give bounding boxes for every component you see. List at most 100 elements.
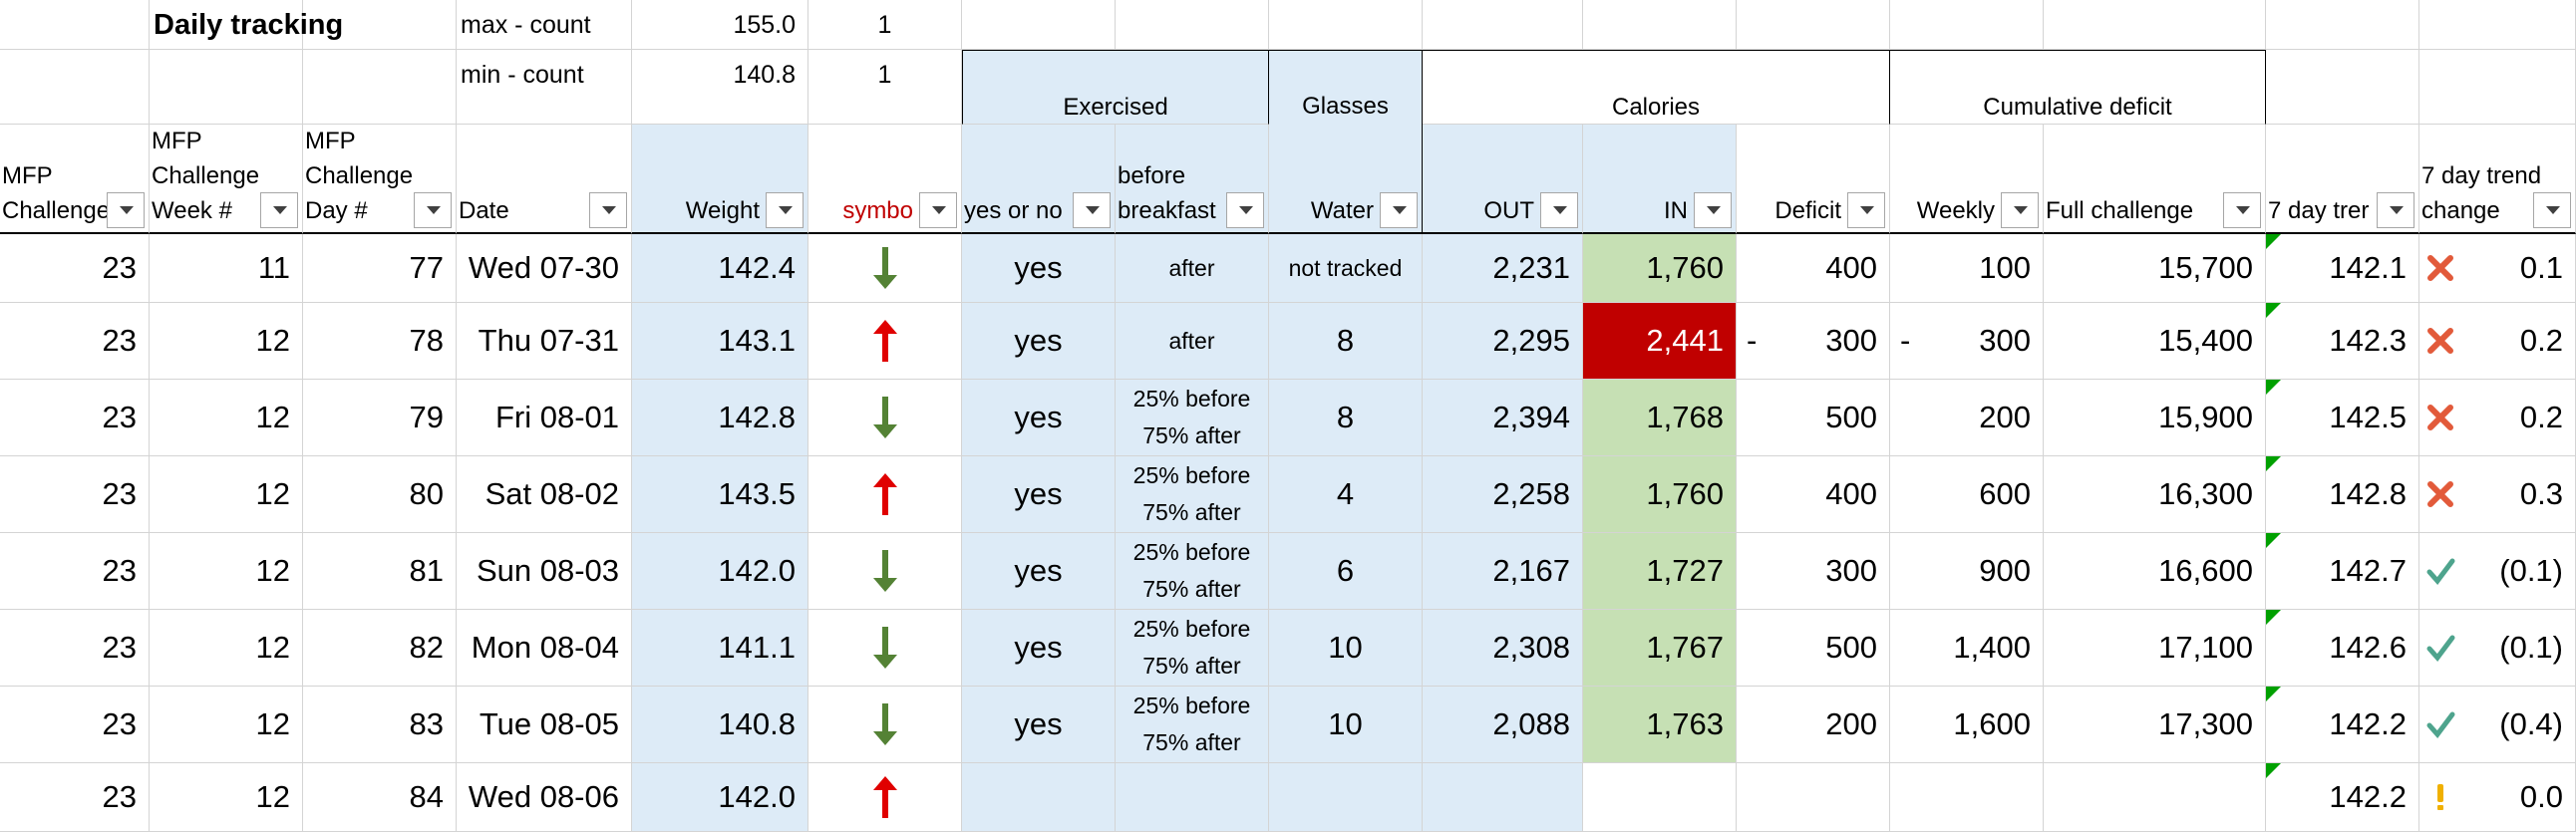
cell-symbol[interactable] [808,610,962,687]
header-before-breakfast[interactable]: before breakfast [1116,125,1269,234]
cell-full-challenge[interactable]: 15,900 [2044,380,2266,456]
filter-dropdown-icon[interactable] [1694,192,1732,228]
cell-week[interactable]: 12 [150,610,303,687]
cell-7-day-change[interactable]: 0.1 [2419,234,2576,303]
cell-day[interactable]: 79 [303,380,457,456]
cell-exercised[interactable]: yes [962,533,1116,610]
filter-dropdown-icon[interactable] [414,192,452,228]
cell-water[interactable]: 6 [1269,533,1423,610]
cell-weight[interactable]: 142.0 [632,533,808,610]
cell-r1-c0[interactable] [0,50,150,125]
cell-7-day-trend[interactable]: 142.7 [2266,533,2419,610]
cell-deficit[interactable]: - 300 [1737,303,1890,380]
cell-week[interactable]: 12 [150,763,303,832]
cell-7-day-trend[interactable]: 142.3 [2266,303,2419,380]
cell-7-day-trend[interactable]: 142.2 [2266,763,2419,832]
cell-water[interactable]: 10 [1269,610,1423,687]
cell-r0-c14[interactable] [2266,0,2419,50]
header-7-day-change[interactable]: 7 day trend change [2419,125,2576,234]
cell-calories-in[interactable]: 1,760 [1583,234,1737,303]
cell-day[interactable]: 77 [303,234,457,303]
cell-r0-c10[interactable] [1583,0,1737,50]
cell-symbol[interactable] [808,380,962,456]
cell-weekly[interactable]: 100 [1890,234,2044,303]
group-exercised[interactable]: Exercised [962,50,1269,125]
cell-week[interactable]: 12 [150,687,303,763]
filter-dropdown-icon[interactable] [2001,192,2039,228]
cell-weekly[interactable]: 900 [1890,533,2044,610]
cell-calories-out[interactable]: 2,308 [1423,610,1583,687]
cell-7-day-trend[interactable]: 142.2 [2266,687,2419,763]
cell-7-day-change[interactable]: 0.2 [2419,303,2576,380]
cell-calories-in[interactable]: 1,763 [1583,687,1737,763]
cell-weight[interactable]: 142.8 [632,380,808,456]
cell-r1-c14[interactable] [2266,50,2419,125]
cell-7-day-change[interactable]: 0.0 [2419,763,2576,832]
cell-r1-c15[interactable] [2419,50,2576,125]
cell-date[interactable]: Sun 08-03 [457,533,632,610]
cell-exercised[interactable]: yes [962,456,1116,533]
cell-r0-c3[interactable]: max - count [457,0,632,50]
cell-week[interactable]: 12 [150,380,303,456]
cell-calories-out[interactable]: 2,231 [1423,234,1583,303]
cell-week[interactable]: 11 [150,234,303,303]
filter-dropdown-icon[interactable] [2223,192,2261,228]
cell-full-challenge[interactable]: 17,300 [2044,687,2266,763]
filter-dropdown-icon[interactable] [766,192,804,228]
cell-week[interactable]: 12 [150,303,303,380]
cell-date[interactable]: Wed 08-06 [457,763,632,832]
cell-r0-c12[interactable] [1890,0,2044,50]
cell-r1-c1[interactable] [150,50,303,125]
cell-timing[interactable]: after [1116,234,1269,303]
header-full-challenge[interactable]: Full challenge [2044,125,2266,234]
cell-date[interactable]: Thu 07-31 [457,303,632,380]
cell-r0-c13[interactable] [2044,0,2266,50]
cell-challenge[interactable]: 23 [0,234,150,303]
cell-symbol[interactable] [808,687,962,763]
cell-symbol[interactable] [808,456,962,533]
cell-r1-c2[interactable] [303,50,457,125]
cell-weekly[interactable] [1890,763,2044,832]
header-challenge[interactable]: MFP Challenge [0,125,150,234]
cell-7-day-trend[interactable]: 142.5 [2266,380,2419,456]
header-deficit[interactable]: Deficit [1737,125,1890,234]
header-day[interactable]: MFP Challenge Day # [303,125,457,234]
cell-r0-c1[interactable]: Daily tracking [150,0,343,50]
filter-dropdown-icon[interactable] [1073,192,1111,228]
filter-dropdown-icon[interactable] [1226,192,1264,228]
cell-symbol[interactable] [808,533,962,610]
cell-day[interactable]: 83 [303,687,457,763]
cell-calories-in[interactable]: 1,767 [1583,610,1737,687]
cell-timing[interactable]: 25% before 75% after [1116,380,1269,456]
cell-calories-in[interactable]: 1,768 [1583,380,1737,456]
cell-calories-out[interactable]: 2,295 [1423,303,1583,380]
filter-dropdown-icon[interactable] [2533,192,2571,228]
cell-calories-out[interactable]: 2,394 [1423,380,1583,456]
cell-date[interactable]: Wed 07-30 [457,234,632,303]
cell-week[interactable]: 12 [150,533,303,610]
cell-r0-c6[interactable] [962,0,1116,50]
cell-calories-in[interactable]: 1,727 [1583,533,1737,610]
cell-r1-c5[interactable]: 1 [808,50,962,125]
cell-exercised[interactable]: yes [962,303,1116,380]
cell-timing[interactable]: 25% before 75% after [1116,456,1269,533]
cell-challenge[interactable]: 23 [0,533,150,610]
cell-7-day-trend[interactable]: 142.6 [2266,610,2419,687]
cell-timing[interactable]: 25% before 75% after [1116,687,1269,763]
cell-weekly[interactable]: - 300 [1890,303,2044,380]
cell-r1-c4[interactable]: 140.8 [632,50,808,125]
cell-day[interactable]: 84 [303,763,457,832]
cell-weight[interactable]: 143.5 [632,456,808,533]
cell-day[interactable]: 78 [303,303,457,380]
header-date[interactable]: Date [457,125,632,234]
cell-weekly[interactable]: 200 [1890,380,2044,456]
cell-full-challenge[interactable] [2044,763,2266,832]
cell-weight[interactable]: 142.4 [632,234,808,303]
cell-water[interactable]: 10 [1269,687,1423,763]
cell-calories-out[interactable]: 2,088 [1423,687,1583,763]
cell-7-day-trend[interactable]: 142.1 [2266,234,2419,303]
cell-deficit[interactable]: 500 [1737,380,1890,456]
cell-r0-c8[interactable] [1269,0,1423,50]
cell-challenge[interactable]: 23 [0,610,150,687]
cell-full-challenge[interactable]: 15,700 [2044,234,2266,303]
